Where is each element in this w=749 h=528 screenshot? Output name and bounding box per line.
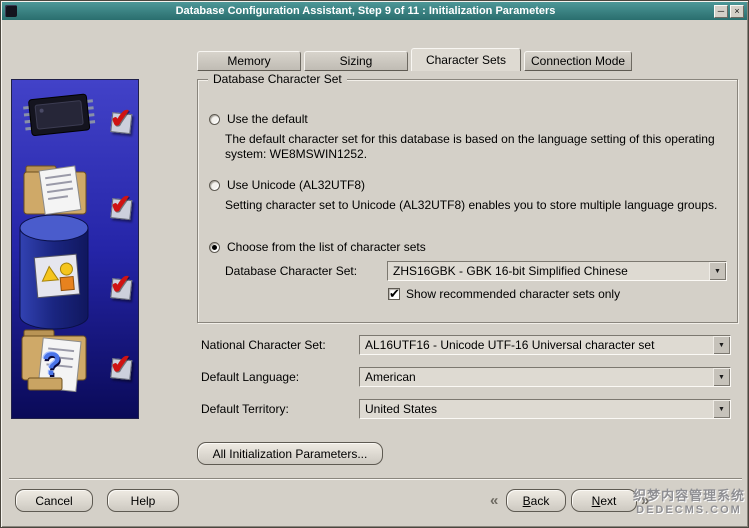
default-territory-value: United States: [360, 402, 713, 416]
db-charset-label: Database Character Set:: [225, 261, 357, 281]
tab-memory[interactable]: Memory: [197, 51, 301, 71]
folder-icon: [24, 166, 86, 215]
choose-from-list-radio[interactable]: [209, 242, 220, 253]
help-button[interactable]: Help: [107, 489, 179, 512]
minimize-button[interactable]: ─: [714, 5, 728, 18]
window-menu-icon[interactable]: [5, 5, 17, 17]
watermark: 织梦内容管理系统 DEDECMS.COM: [633, 489, 745, 517]
choose-from-list-label[interactable]: Choose from the list of character sets: [227, 240, 426, 254]
next-button-label: Next: [582, 494, 626, 508]
window-controls: ─ ×: [714, 5, 744, 18]
question-mark-icon: ?: [42, 346, 62, 383]
default-territory-select[interactable]: United States ▼: [359, 399, 731, 419]
use-unicode-option[interactable]: Use Unicode (AL32UTF8): [209, 178, 365, 192]
show-recommended-label[interactable]: Show recommended character sets only: [406, 287, 620, 301]
checkmark-icon: ✔: [109, 351, 137, 379]
tab-character-sets[interactable]: Character Sets: [411, 48, 521, 71]
choose-from-list-option[interactable]: Choose from the list of character sets: [209, 240, 426, 254]
default-territory-label: Default Territory:: [201, 399, 289, 419]
chevron-down-icon[interactable]: ▼: [713, 336, 730, 354]
watermark-line2: DEDECMS.COM: [633, 503, 745, 517]
use-default-label[interactable]: Use the default: [227, 112, 308, 126]
use-unicode-label[interactable]: Use Unicode (AL32UTF8): [227, 178, 365, 192]
chip-icon: [22, 93, 95, 136]
default-language-value: American: [360, 370, 713, 384]
wizard-illustration-panel: ? ✔ ✔ ✔ ✔: [11, 79, 139, 419]
window-title: Database Configuration Assistant, Step 9…: [17, 5, 714, 17]
chevron-down-icon[interactable]: ▼: [713, 368, 730, 386]
default-language-label: Default Language:: [201, 367, 299, 387]
separator: [9, 478, 742, 480]
use-default-option[interactable]: Use the default: [209, 112, 308, 126]
checkmark-icon: ✔: [109, 191, 137, 219]
checkmark-icon: ✔: [109, 271, 137, 299]
chevron-down-icon[interactable]: ▼: [713, 400, 730, 418]
tab-bar: Memory Sizing Character Sets Connection …: [197, 48, 635, 71]
default-language-select[interactable]: American ▼: [359, 367, 731, 387]
national-charset-select[interactable]: AL16UTF16 - Unicode UTF-16 Universal cha…: [359, 335, 731, 355]
all-init-params-button[interactable]: All Initialization Parameters...: [197, 442, 383, 465]
use-default-radio[interactable]: [209, 114, 220, 125]
back-chevron-icon: «: [490, 492, 498, 509]
db-charset-value: ZHS16GBK - GBK 16-bit Simplified Chinese: [388, 264, 709, 278]
chevron-down-icon[interactable]: ▼: [709, 262, 726, 280]
watermark-line1: 织梦内容管理系统: [633, 489, 745, 503]
show-recommended-checkbox[interactable]: ✔: [388, 288, 400, 300]
tab-connection-mode[interactable]: Connection Mode: [524, 51, 632, 71]
database-icon: [20, 215, 88, 329]
back-button-label: Back: [517, 494, 555, 508]
group-title: Database Character Set: [208, 72, 347, 86]
database-character-set-group: Database Character Set Use the default T…: [197, 79, 738, 323]
checkmark-icon: ✔: [109, 105, 137, 133]
dbca-window: Database Configuration Assistant, Step 9…: [0, 0, 749, 528]
national-charset-value: AL16UTF16 - Unicode UTF-16 Universal cha…: [360, 338, 713, 352]
national-charset-label: National Character Set:: [201, 335, 326, 355]
db-charset-select[interactable]: ZHS16GBK - GBK 16-bit Simplified Chinese…: [387, 261, 727, 281]
cancel-button[interactable]: Cancel: [15, 489, 93, 512]
close-button[interactable]: ×: [730, 5, 744, 18]
tab-sizing[interactable]: Sizing: [304, 51, 408, 71]
use-unicode-description: Setting character set to Unicode (AL32UT…: [225, 198, 733, 213]
back-button[interactable]: Back: [506, 489, 566, 512]
title-bar[interactable]: Database Configuration Assistant, Step 9…: [2, 2, 747, 20]
show-recommended-option[interactable]: ✔ Show recommended character sets only: [388, 287, 620, 301]
next-button[interactable]: Next: [571, 489, 637, 512]
use-unicode-radio[interactable]: [209, 180, 220, 191]
use-default-description: The default character set for this datab…: [225, 132, 733, 162]
